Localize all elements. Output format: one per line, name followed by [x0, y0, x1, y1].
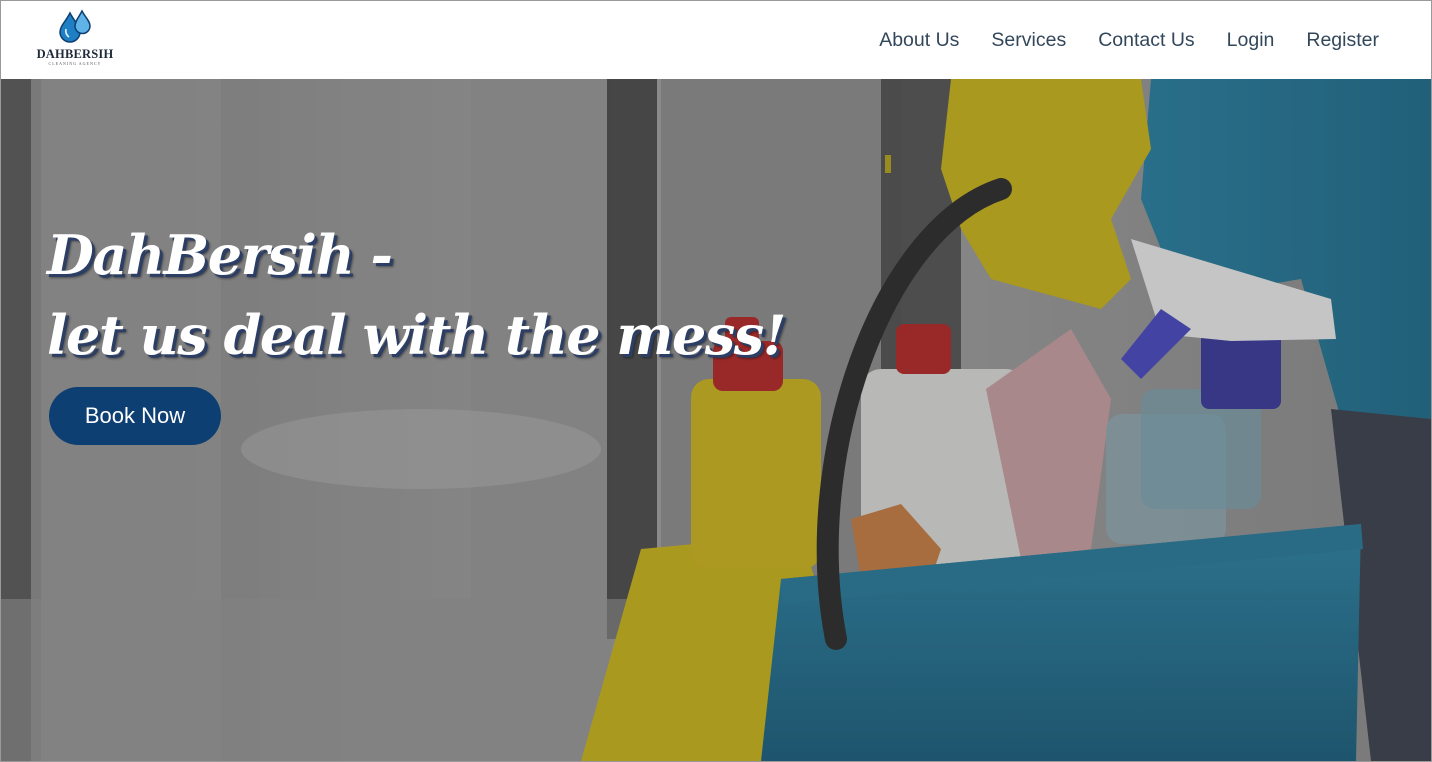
logo-name: DAHBERSIH	[36, 47, 114, 61]
main-nav: About Us Services Contact Us Login Regis…	[879, 27, 1379, 53]
water-drops-icon	[59, 9, 91, 43]
hero-section: DahBersih - let us deal with the mess! B…	[1, 79, 1431, 761]
hero-headline: DahBersih - let us deal with the mess!	[47, 215, 786, 375]
nav-contact-us[interactable]: Contact Us	[1098, 27, 1194, 53]
hero-title-line1: DahBersih -	[47, 223, 393, 287]
nav-login[interactable]: Login	[1227, 27, 1275, 53]
hero-title-line2: let us deal with the mess!	[47, 303, 786, 367]
page: DAHBERSIH CLEANING AGENCY About Us Servi…	[0, 0, 1432, 762]
site-header: DAHBERSIH CLEANING AGENCY About Us Servi…	[1, 1, 1431, 79]
book-now-button[interactable]: Book Now	[49, 387, 221, 445]
logo-tagline: CLEANING AGENCY	[48, 61, 102, 66]
nav-register[interactable]: Register	[1306, 27, 1379, 53]
site-logo[interactable]: DAHBERSIH CLEANING AGENCY	[31, 9, 121, 71]
nav-about-us[interactable]: About Us	[879, 27, 959, 53]
nav-services[interactable]: Services	[991, 27, 1066, 53]
